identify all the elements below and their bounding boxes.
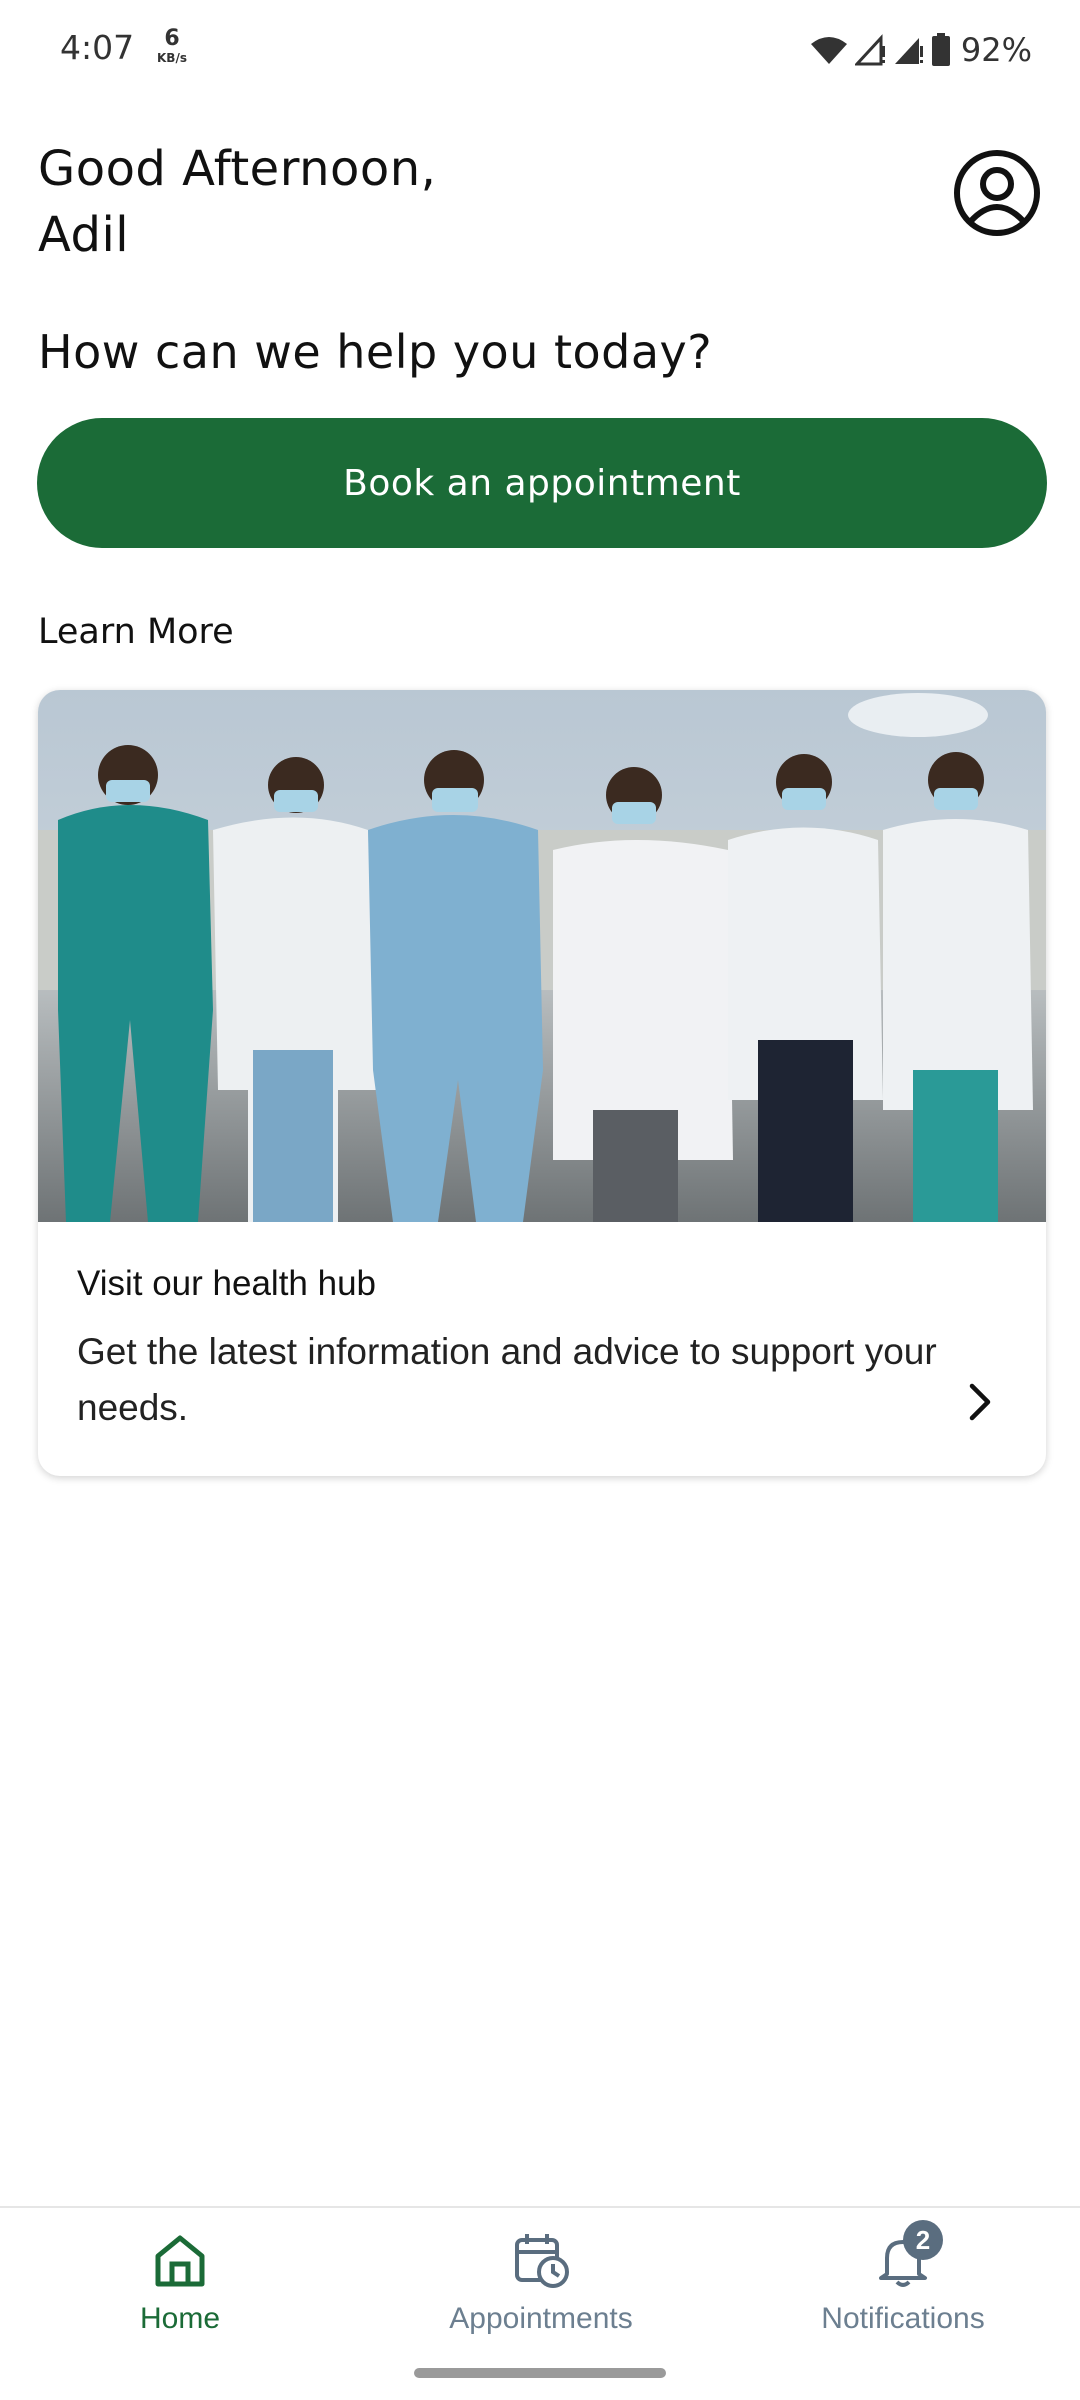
status-icons: 92% (809, 30, 1032, 70)
status-time: 4:07 (60, 28, 135, 67)
greeting-line: Good Afternoon, (38, 141, 437, 197)
notification-badge: 2 (903, 2220, 943, 2260)
status-bar: 4:07 6 KB/s 92% (0, 0, 1080, 100)
user-circle-icon (954, 150, 1040, 236)
network-speed-value: 6 (164, 26, 180, 51)
battery-icon (931, 33, 950, 66)
battery-percentage: 92% (960, 31, 1032, 69)
home-indicator[interactable] (414, 2368, 666, 2378)
wifi-icon (810, 37, 847, 64)
nav-home-label: Home (139, 2302, 221, 2335)
learn-more-heading: Learn More (38, 612, 234, 652)
health-hub-card[interactable]: Visit our health hub Get the latest info… (38, 690, 1046, 1476)
signal-icon (894, 38, 923, 64)
network-speed: 6 KB/s (152, 26, 192, 65)
nav-home[interactable]: Home (40, 2230, 320, 2340)
nav-appointments[interactable]: Appointments (401, 2230, 681, 2340)
home-icon (155, 2235, 205, 2287)
book-appointment-button[interactable]: Book an appointment (37, 418, 1047, 548)
card-description: Get the latest information and advice to… (77, 1331, 937, 1428)
signal-icon (854, 34, 885, 66)
chevron-right-icon (969, 1383, 991, 1421)
card-title: Visit our health hub (77, 1264, 377, 1303)
health-workers-photo (38, 690, 1046, 1222)
network-speed-unit: KB/s (157, 51, 187, 65)
nav-notifications[interactable]: 2 Notifications (763, 2220, 1043, 2340)
user-name: Adil (38, 207, 130, 263)
greeting: Good Afternoon, Adil (38, 136, 436, 268)
profile-button[interactable] (952, 148, 1042, 238)
help-heading: How can we help you today? (38, 325, 713, 379)
calendar-clock-icon (515, 2234, 569, 2288)
nav-appointments-label: Appointments (449, 2302, 633, 2335)
nav-notifications-label: Notifications (821, 2302, 985, 2335)
